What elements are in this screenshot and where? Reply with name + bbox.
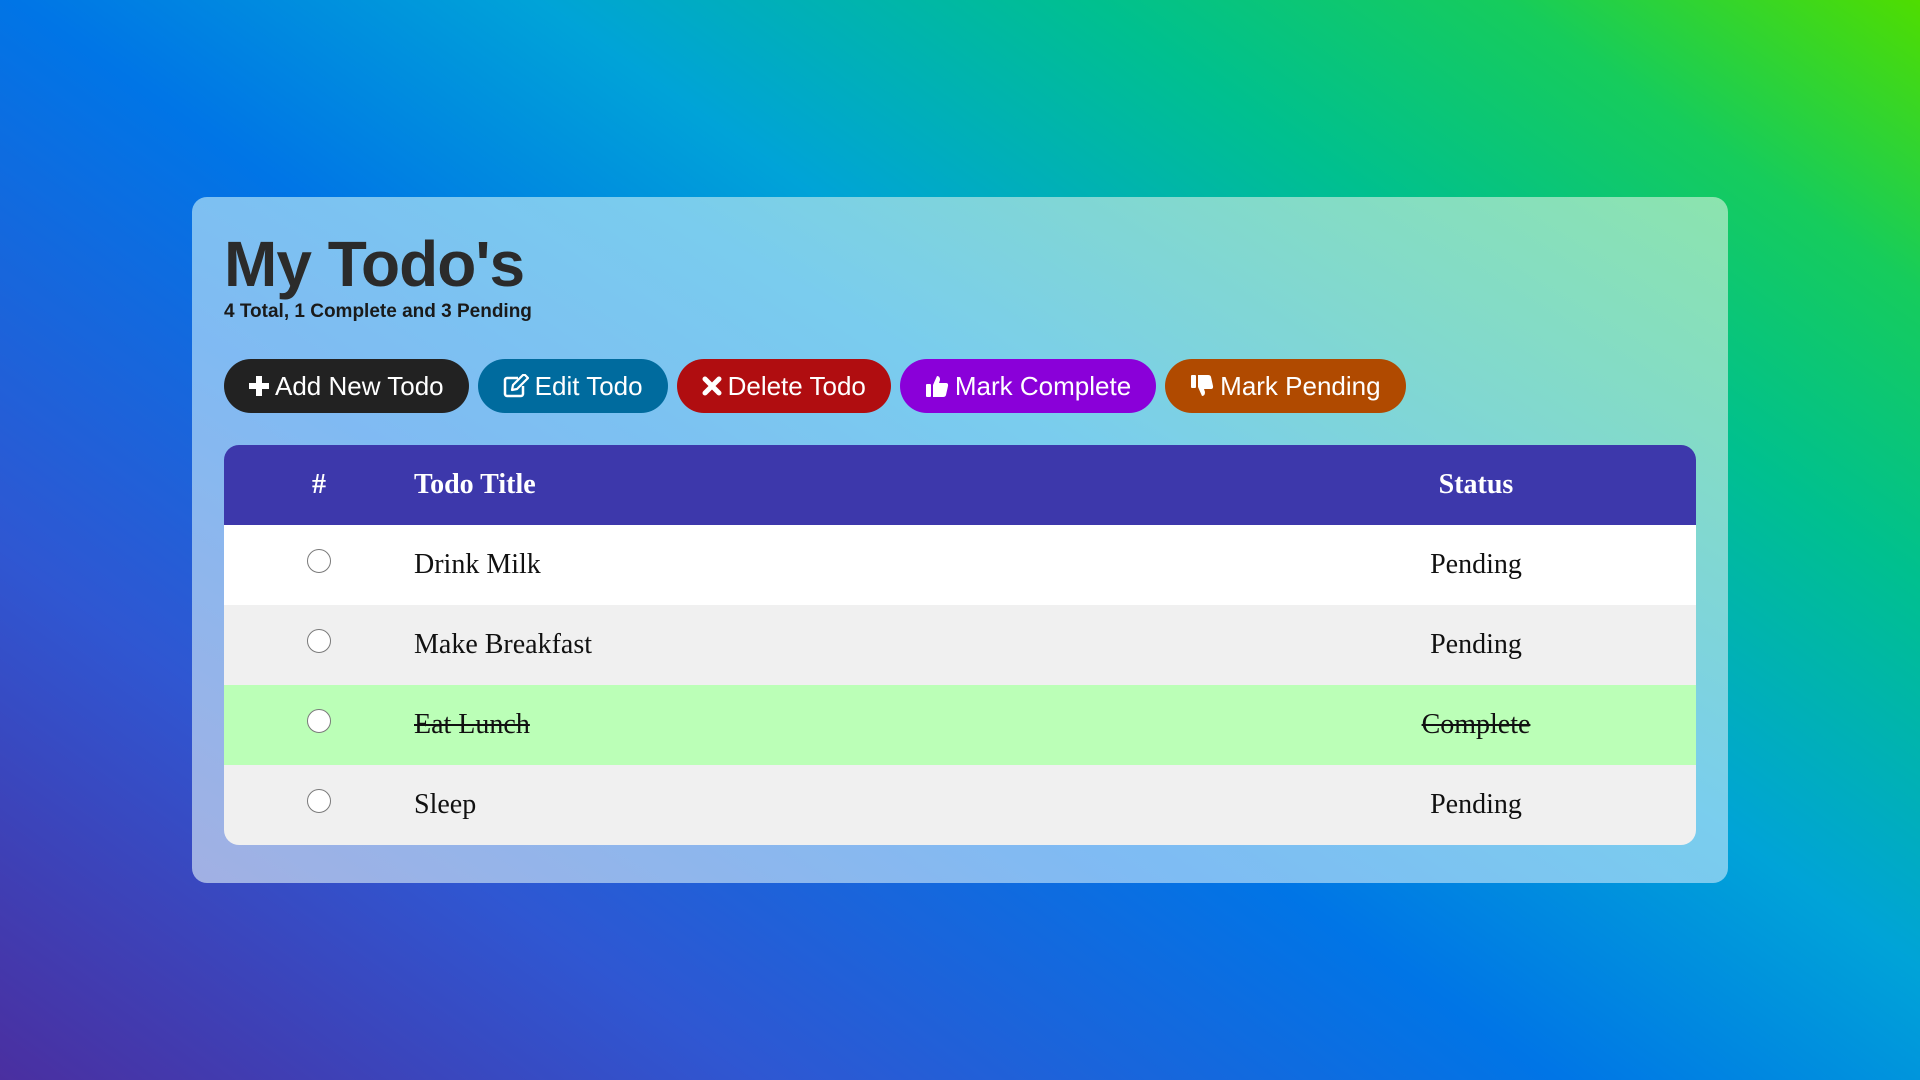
thumbs-up-icon: [925, 374, 949, 398]
column-header-title: Todo Title: [414, 469, 536, 500]
edit-todo-button[interactable]: Edit Todo: [477, 359, 668, 413]
mark-complete-button[interactable]: Mark Complete: [899, 359, 1157, 413]
todo-status: Pending: [1430, 789, 1522, 820]
delete-todo-button[interactable]: Delete Todo: [676, 359, 891, 413]
todo-title: Eat Lunch: [414, 709, 530, 740]
mark-complete-label: Mark Complete: [954, 370, 1132, 401]
add-todo-label: Add New Todo: [275, 370, 444, 401]
row-select-radio[interactable]: [307, 789, 331, 813]
todo-status: Pending: [1430, 549, 1522, 580]
close-icon: [702, 376, 722, 396]
todo-status: Complete: [1421, 709, 1531, 740]
table-row[interactable]: Make Breakfast Pending: [224, 605, 1696, 685]
thumbs-down-icon: [1190, 374, 1214, 398]
todo-summary: 4 Total, 1 Complete and 3 Pending: [224, 301, 532, 322]
todo-status: Pending: [1430, 629, 1522, 660]
column-header-number: #: [312, 469, 326, 500]
column-header-status: Status: [1438, 469, 1514, 500]
todo-card: My Todo's 4 Total, 1 Complete and 3 Pend…: [192, 197, 1728, 883]
add-todo-button[interactable]: Add New Todo: [224, 359, 469, 413]
table-header: # Todo Title Status: [224, 445, 1696, 525]
todo-title: Sleep: [414, 789, 477, 820]
row-select-radio[interactable]: [307, 629, 331, 653]
table-row[interactable]: Sleep Pending: [224, 765, 1696, 845]
todo-title: Make Breakfast: [414, 629, 593, 660]
mark-pending-button[interactable]: Mark Pending: [1165, 359, 1406, 413]
row-select-radio[interactable]: [307, 709, 331, 733]
delete-todo-label: Delete Todo: [727, 370, 866, 401]
edit-icon: [503, 374, 529, 398]
mark-pending-label: Mark Pending: [1220, 370, 1381, 401]
todo-title: Drink Milk: [414, 549, 541, 580]
page-title: My Todo's: [224, 228, 525, 300]
edit-todo-label: Edit Todo: [534, 370, 643, 401]
plus-icon: [249, 376, 269, 396]
row-select-radio[interactable]: [307, 549, 331, 573]
table-row[interactable]: Eat Lunch Complete: [224, 685, 1696, 765]
todo-table: # Todo Title Status Drink Milk Pending M…: [224, 445, 1696, 845]
table-row[interactable]: Drink Milk Pending: [224, 525, 1696, 605]
toolbar: Add New Todo Edit Todo Delete Todo Mark …: [224, 359, 1696, 413]
